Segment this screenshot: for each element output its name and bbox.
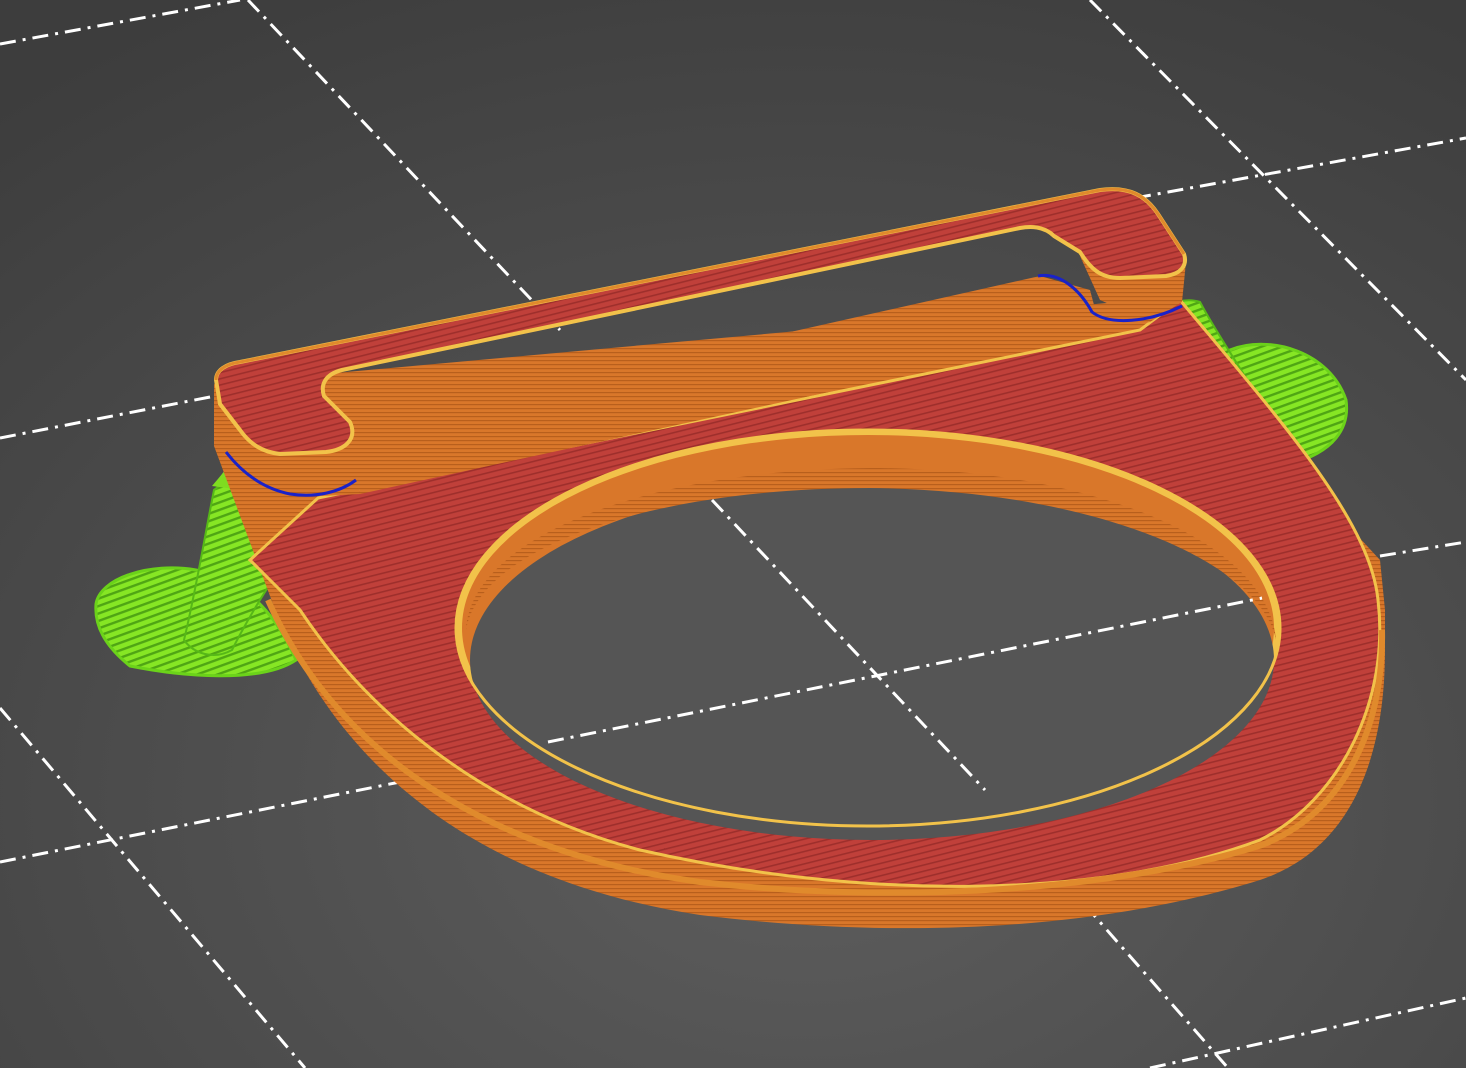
viewport-canvas[interactable] xyxy=(0,0,1466,1068)
3d-gcode-preview-viewport[interactable] xyxy=(0,0,1466,1068)
circular-hole xyxy=(454,428,1282,840)
